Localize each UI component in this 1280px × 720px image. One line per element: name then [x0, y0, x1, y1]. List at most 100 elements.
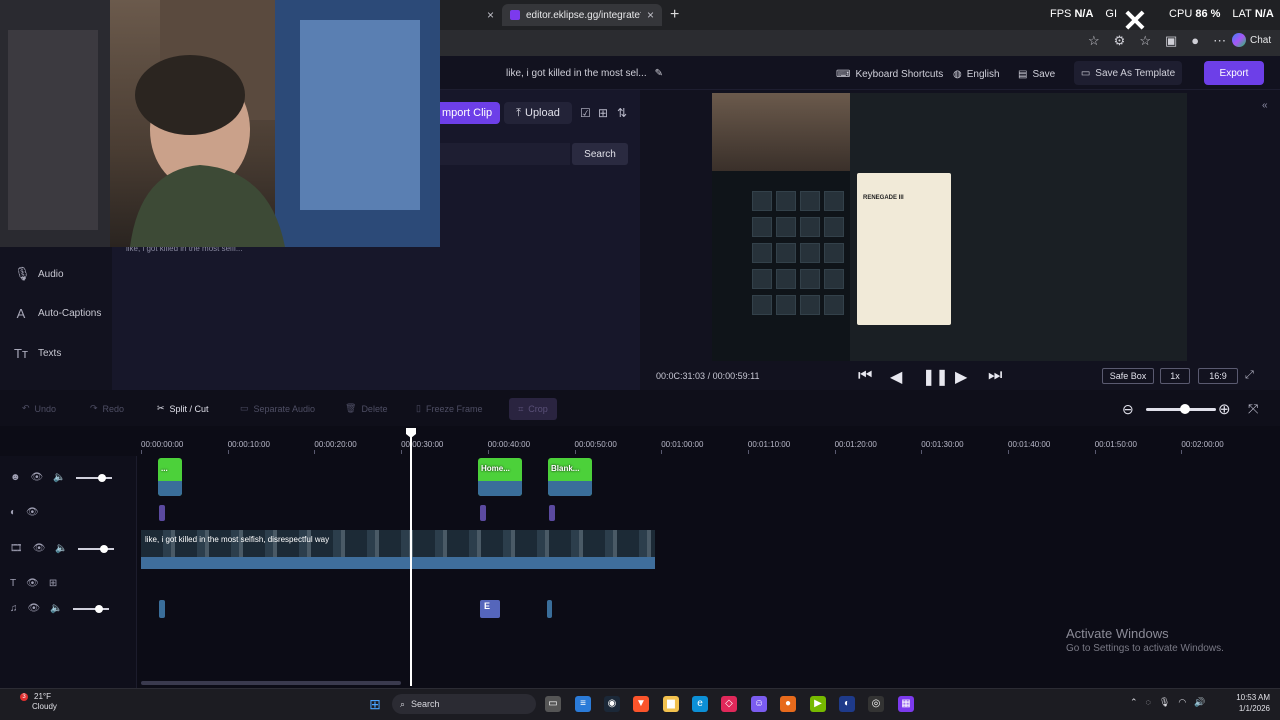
keyboard-shortcuts-button[interactable]: ⌨ Keyboard Shortcuts [836, 64, 943, 84]
audio-clip[interactable] [547, 600, 552, 618]
file-explorer-icon[interactable]: ▆ [663, 696, 679, 712]
fit-timeline-icon[interactable]: ⤧ [1248, 401, 1258, 417]
sidebar-item-auto-captions[interactable]: A Auto-Captions [14, 306, 102, 321]
volume-slider-handle[interactable] [94, 604, 103, 613]
favorites-icon[interactable]: ☆ [1139, 33, 1151, 49]
import-clip-button[interactable]: mport Clip [440, 102, 500, 124]
firefox-icon[interactable]: ● [780, 696, 796, 712]
language-select[interactable]: ◍ English [953, 64, 1000, 84]
effect-clip[interactable] [480, 505, 486, 521]
visibility-eye-icon[interactable]: 👁 [28, 603, 41, 614]
delete-button[interactable]: 🗑 Delete [345, 403, 387, 414]
audio-clip[interactable] [159, 600, 165, 618]
audio-clip[interactable]: E [480, 600, 500, 618]
taskbar-search[interactable]: ⌕ Search [392, 694, 536, 714]
volume-icon[interactable]: 🔈 [53, 472, 65, 483]
select-checkbox-icon[interactable]: ☑ [580, 106, 591, 120]
volume-slider[interactable] [72, 604, 109, 613]
speaker-icon[interactable]: 🔊 [1194, 697, 1205, 708]
visibility-eye-icon[interactable]: 👁 [31, 472, 44, 483]
step-back-icon[interactable]: ◀ [890, 367, 902, 387]
fullscreen-icon[interactable]: ⤢ [1245, 369, 1254, 382]
collections-icon[interactable]: ▣ [1165, 33, 1177, 49]
save-as-template-button[interactable]: ▭ Save As Template [1074, 61, 1182, 85]
search-input[interactable] [440, 143, 570, 165]
browser-tab-previous[interactable]: × [440, 4, 502, 26]
weather-widget[interactable]: 3 21°F Cloudy [10, 692, 57, 712]
more-menu-icon[interactable]: ⋯ [1213, 33, 1226, 49]
nvidia-icon[interactable]: ▶ [810, 696, 826, 712]
volume-icon[interactable]: 🔈 [50, 603, 62, 614]
obs-icon[interactable]: ◎ [868, 696, 884, 712]
skip-to-end-icon[interactable]: ⏭ [988, 367, 1002, 385]
notepad-icon[interactable]: ≡ [575, 696, 591, 712]
pause-icon[interactable]: ❚❚ [922, 367, 949, 387]
effect-clip[interactable] [549, 505, 555, 521]
search-button[interactable]: Search [572, 143, 628, 165]
close-tab-icon[interactable]: × [487, 8, 494, 22]
sort-icon[interactable]: ⇅ [617, 106, 627, 120]
close-tab-icon[interactable]: × [647, 8, 654, 22]
extensions-icon[interactable]: ⚙ [1114, 33, 1126, 49]
visibility-eye-icon[interactable]: 👁 [26, 578, 39, 589]
playhead[interactable] [410, 433, 412, 686]
discord-icon[interactable]: ☺ [751, 696, 767, 712]
sidebar-item-audio[interactable]: 🎙 Audio [14, 266, 64, 282]
visibility-eye-icon[interactable]: 👁 [33, 543, 46, 554]
undo-button[interactable]: ↶ Undo [22, 403, 56, 414]
overlay-clip[interactable]: Blank... [548, 458, 592, 496]
brave-icon[interactable]: ▼ [633, 696, 649, 712]
calculator-icon[interactable]: ▦ [898, 696, 914, 712]
save-button[interactable]: ▤ Save [1018, 64, 1055, 84]
collapse-panel-icon[interactable]: « [1262, 100, 1268, 111]
sidebar-item-texts[interactable]: Tт Texts [14, 346, 61, 361]
aspect-ratio-select[interactable]: 16:9 [1198, 368, 1238, 384]
main-video-clip[interactable]: like, i got killed in the most selfish, … [141, 530, 655, 558]
volume-slider-handle[interactable] [97, 473, 106, 482]
speed-select[interactable]: 1x [1160, 368, 1190, 384]
profile-avatar-icon[interactable]: ● [1191, 33, 1199, 49]
zoom-in-icon[interactable]: ⊕ [1218, 400, 1231, 418]
app-icon[interactable]: ◐ [839, 696, 855, 712]
freeze-frame-button[interactable]: ▯ Freeze Frame [416, 403, 482, 414]
grid-view-icon[interactable]: ⊞ [598, 106, 608, 120]
export-button[interactable]: Export [1204, 61, 1264, 85]
volume-slider-handle[interactable] [99, 544, 108, 553]
microphone-tray-icon[interactable]: 🎙 [1159, 697, 1170, 708]
add-text-icon[interactable]: ⊞ [49, 578, 57, 589]
capcut-icon[interactable]: ◇ [721, 696, 737, 712]
new-tab-button[interactable]: + [670, 6, 679, 24]
overlay-clip[interactable]: ... [158, 458, 182, 496]
volume-slider[interactable] [77, 544, 114, 553]
crop-button[interactable]: ⌗ Crop [509, 398, 557, 420]
zoom-slider-handle[interactable] [1180, 404, 1190, 414]
browser-tab-active[interactable]: editor.eklipse.gg/integrate?integr × [502, 4, 662, 26]
skip-to-start-icon[interactable]: ⏮ [858, 367, 872, 385]
edge-icon[interactable]: e [692, 696, 708, 712]
video-audio-waveform[interactable] [141, 557, 655, 569]
chevron-up-icon[interactable]: ⌃ [1130, 697, 1138, 708]
wifi-icon[interactable]: ◠ [1178, 697, 1186, 708]
zoom-out-icon[interactable]: ⊖ [1122, 401, 1134, 418]
task-view-icon[interactable]: ▭ [545, 696, 561, 712]
visibility-eye-icon[interactable]: 👁 [26, 507, 39, 518]
redo-button[interactable]: ↷ Redo [90, 403, 124, 414]
network-icon[interactable]: ◌ [1146, 697, 1151, 708]
windows-start-icon[interactable]: ⊞ [367, 696, 383, 712]
separate-audio-button[interactable]: ▭ Separate Audio [240, 403, 315, 414]
video-preview[interactable]: RENEGADE III [712, 93, 1187, 361]
upload-button[interactable]: ⤒ Upload [504, 102, 572, 124]
taskbar-clock[interactable]: 10:53 AM 1/1/2026 [1224, 692, 1270, 714]
split-cut-button[interactable]: ✂ Split / Cut [157, 403, 209, 414]
overlay-clip[interactable]: Home... [478, 458, 522, 496]
safe-box-toggle[interactable]: Safe Box [1102, 368, 1154, 384]
edit-pencil-icon[interactable]: ✎ [655, 68, 663, 79]
timeline-scrollbar[interactable] [141, 681, 401, 685]
effect-clip[interactable] [159, 505, 165, 521]
volume-slider[interactable] [75, 473, 112, 482]
copilot-chat-button[interactable]: Chat [1232, 33, 1271, 47]
steam-icon[interactable]: ◉ [604, 696, 620, 712]
volume-icon[interactable]: 🔈 [55, 543, 67, 554]
step-forward-icon[interactable]: ▶ [955, 367, 967, 387]
star-icon[interactable]: ☆ [1088, 33, 1100, 49]
